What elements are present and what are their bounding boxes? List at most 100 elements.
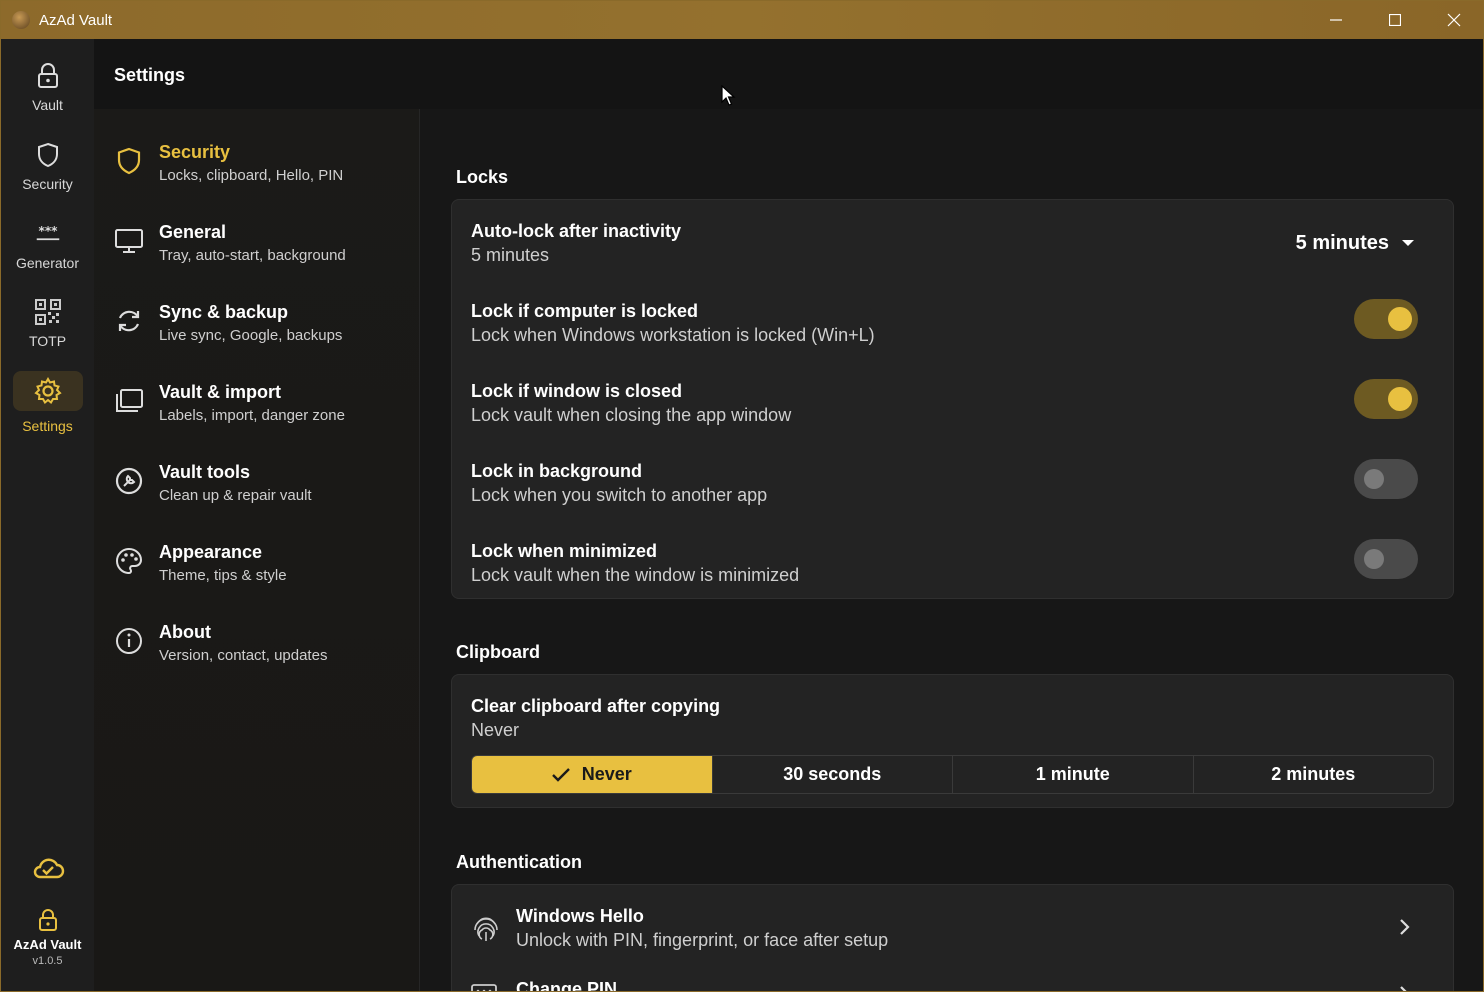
- window-title: AzAd Vault: [39, 12, 113, 29]
- category-subtitle: Theme, tips & style: [159, 567, 287, 584]
- toggle-knob: [1364, 549, 1384, 569]
- clear-clipboard-row: Clear clipboard after copying Never: [471, 696, 1431, 756]
- app-logo-icon: [12, 11, 30, 29]
- lock-background-toggle[interactable]: [1354, 459, 1418, 499]
- option-label: Never: [581, 764, 632, 784]
- category-title: About: [159, 622, 211, 642]
- shield-icon: [35, 142, 61, 168]
- auto-lock-row: Auto-lock after inactivity 5 minutes 5 m…: [471, 221, 1431, 281]
- rail-footer: AzAd Vault v1.0.5: [1, 909, 94, 967]
- category-title: Appearance: [159, 542, 263, 562]
- setting-title: Lock if window is closed: [471, 381, 683, 401]
- clipboard-option-30-seconds[interactable]: 30 seconds: [713, 756, 953, 793]
- close-icon: [1447, 13, 1461, 27]
- category-title: Sync & backup: [159, 302, 289, 322]
- fingerprint-icon: [471, 914, 501, 944]
- auto-lock-dropdown[interactable]: 5 minutes: [1296, 231, 1415, 255]
- settings-category-vault-tools[interactable]: Vault tools Clean up & repair vault: [114, 462, 414, 522]
- rail-label: TOTP: [28, 333, 67, 349]
- close-button[interactable]: [1425, 1, 1483, 39]
- clipboard-option-2-minutes[interactable]: 2 minutes: [1194, 756, 1434, 793]
- maximize-button[interactable]: [1366, 1, 1424, 39]
- wrench-icon: [114, 466, 144, 496]
- app-version: v1.0.5: [32, 955, 63, 967]
- lock-icon: [38, 909, 58, 931]
- category-title: Vault tools: [159, 462, 251, 482]
- rail-label: Settings: [22, 418, 73, 434]
- change-pin-row[interactable]: Change PIN: [471, 979, 1431, 992]
- option-label: 1 minute: [1035, 764, 1110, 784]
- check-icon: [551, 767, 570, 782]
- category-subtitle: Locks, clipboard, Hello, PIN: [159, 167, 344, 184]
- folder-stack-icon: [114, 386, 144, 416]
- minimize-icon: [1330, 19, 1342, 21]
- shield-icon: [114, 146, 144, 176]
- settings-category-security[interactable]: Security Locks, clipboard, Hello, PIN: [114, 142, 414, 202]
- setting-subtitle: Lock vault when closing the app window: [471, 405, 792, 425]
- settings-category-general[interactable]: General Tray, auto-start, background: [114, 222, 414, 282]
- settings-category-vault-import[interactable]: Vault & import Labels, import, danger zo…: [114, 382, 414, 442]
- setting-row-lock-computer: Lock if computer is locked Lock when Win…: [471, 299, 1431, 361]
- setting-subtitle: Never: [471, 720, 520, 740]
- page-title: Settings: [114, 65, 186, 85]
- rail-item-generator[interactable]: *** Generator: [11, 207, 84, 277]
- lock-icon: [35, 63, 61, 89]
- section-title-authentication: Authentication: [456, 852, 582, 872]
- category-subtitle: Tray, auto-start, background: [159, 247, 346, 264]
- rail-label: Vault: [32, 97, 63, 113]
- dropdown-value: 5 minutes: [1295, 231, 1389, 254]
- setting-subtitle: Lock vault when the window is minimized: [471, 565, 800, 585]
- setting-title: Clear clipboard after copying: [471, 696, 721, 716]
- toggle-knob: [1364, 469, 1384, 489]
- lock-window-closed-toggle[interactable]: [1354, 379, 1418, 419]
- category-title: Vault & import: [159, 382, 282, 402]
- lock-computer-toggle[interactable]: [1354, 299, 1418, 339]
- windows-hello-row[interactable]: Windows Hello Unlock with PIN, fingerpri…: [471, 906, 1431, 966]
- category-title: General: [159, 222, 227, 242]
- settings-category-appearance[interactable]: Appearance Theme, tips & style: [114, 542, 414, 602]
- clipboard-timeout-selector: Never 30 seconds 1 minute 2 minutes: [471, 755, 1434, 794]
- setting-title: Auto-lock after inactivity: [471, 221, 682, 241]
- option-label: 30 seconds: [783, 764, 882, 784]
- section-title-clipboard: Clipboard: [456, 642, 540, 662]
- settings-category-about[interactable]: About Version, contact, updates: [114, 622, 414, 682]
- rail-item-totp[interactable]: TOTP: [11, 285, 84, 355]
- chevron-right-icon: [1399, 985, 1411, 991]
- cloud-sync-icon[interactable]: [31, 855, 65, 881]
- rail-label: Generator: [15, 255, 80, 271]
- maximize-icon: [1389, 14, 1401, 26]
- monitor-icon: [114, 226, 144, 256]
- mouse-cursor-icon: [721, 84, 737, 112]
- settings-header: [94, 39, 1483, 109]
- rail-item-vault[interactable]: Vault: [11, 49, 84, 119]
- clipboard-option-never[interactable]: Never: [472, 756, 713, 793]
- setting-title: Change PIN: [516, 979, 618, 992]
- setting-subtitle: Lock when you switch to another app: [471, 485, 768, 505]
- rail-item-security[interactable]: Security: [11, 128, 84, 198]
- sync-icon: [114, 306, 144, 336]
- app-name: AzAd Vault: [13, 937, 82, 952]
- title-bar[interactable]: AzAd Vault: [1, 1, 1483, 39]
- setting-row-lock-minimized: Lock when minimized Lock vault when the …: [471, 539, 1431, 601]
- lock-minimized-toggle[interactable]: [1354, 539, 1418, 579]
- info-icon: [114, 626, 144, 656]
- rail-item-settings[interactable]: Settings: [11, 365, 84, 435]
- toggle-knob: [1388, 387, 1412, 411]
- clipboard-option-1-minute[interactable]: 1 minute: [953, 756, 1194, 793]
- minimize-button[interactable]: [1307, 1, 1365, 39]
- toggle-knob: [1388, 307, 1412, 331]
- app-window: AzAd Vault Vault Security *** Generator …: [0, 0, 1484, 992]
- category-subtitle: Live sync, Google, backups: [159, 327, 343, 344]
- gear-icon: [12, 371, 83, 411]
- setting-row-lock-background: Lock in background Lock when you switch …: [471, 459, 1431, 521]
- setting-title: Lock if computer is locked: [471, 301, 699, 321]
- setting-subtitle: Unlock with PIN, fingerprint, or face af…: [516, 930, 889, 950]
- category-subtitle: Labels, import, danger zone: [159, 407, 345, 424]
- settings-category-sync-backup[interactable]: Sync & backup Live sync, Google, backups: [114, 302, 414, 362]
- setting-title: Lock when minimized: [471, 541, 658, 561]
- setting-subtitle: Lock when Windows workstation is locked …: [471, 325, 875, 345]
- setting-title: Windows Hello: [516, 906, 644, 926]
- palette-icon: [114, 546, 144, 576]
- setting-subtitle: 5 minutes: [471, 245, 550, 265]
- rail-label: Security: [22, 176, 73, 192]
